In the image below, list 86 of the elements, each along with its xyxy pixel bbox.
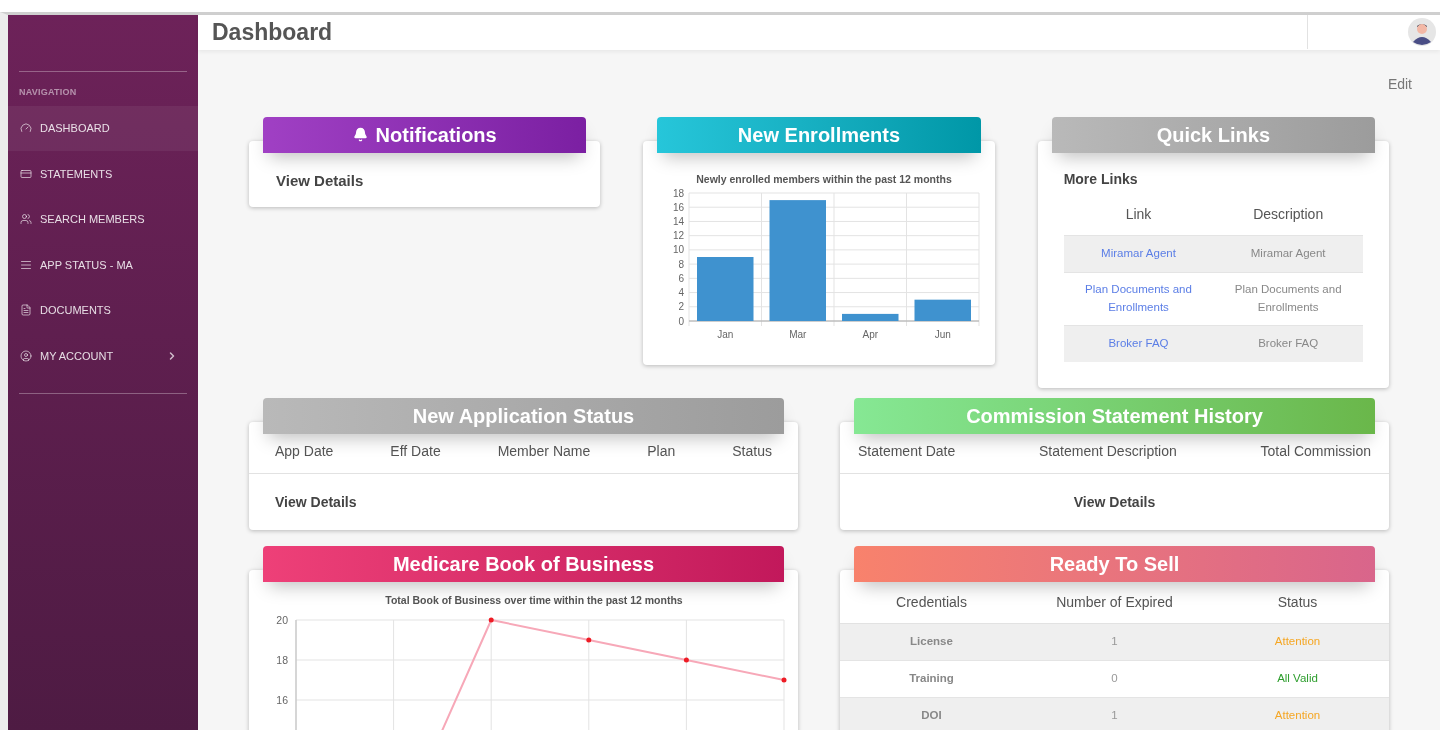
nav-label: APP STATUS - MA [40, 257, 134, 273]
page-title: Dashboard [212, 18, 334, 47]
card-title: Commission Statement History [966, 403, 1263, 429]
bar [842, 313, 899, 321]
column-header: Member Name [497, 441, 591, 461]
card-title: New Application Status [412, 403, 635, 429]
avatar-icon[interactable] [1408, 18, 1436, 47]
column-header: Credentials [895, 592, 968, 612]
table-cell-text: 1 [1110, 633, 1119, 649]
column-header: App Date [275, 441, 334, 461]
data-point [488, 617, 494, 622]
column-header: Status [732, 441, 772, 461]
axis-tick-label: 12 [672, 229, 684, 241]
axis-tick-label: 8 [678, 258, 684, 270]
section-heading: More Links [1063, 169, 1139, 189]
document-icon [20, 304, 32, 317]
column-header: Number of Expired [1055, 592, 1174, 612]
card-title: Medicare Book of Business [392, 551, 655, 577]
axis-tick-label: 20 [275, 613, 288, 625]
nav-label: STATEMENTS [40, 166, 114, 182]
axis-tick-label: 16 [672, 201, 684, 213]
table-link[interactable]: Plan Documents and Enrollments [1063, 281, 1214, 316]
nav-item[interactable]: DASHBOARD [8, 105, 198, 151]
edit-link[interactable]: Edit [1387, 73, 1412, 95]
gauge-icon [20, 122, 32, 135]
column-header: Total Commission [1260, 441, 1371, 461]
bell-icon [352, 127, 368, 142]
nav-item[interactable]: STATEMENTS [8, 151, 198, 197]
axis-tick-label: Jun [934, 328, 951, 340]
column-header: Statement Description [1039, 441, 1177, 461]
column-header: Link [1124, 204, 1153, 224]
column-header: Plan [647, 441, 676, 461]
column-header: Eff Date [390, 441, 441, 461]
data-point [683, 657, 689, 662]
status-text: Attention [1273, 707, 1322, 723]
people-icon [20, 213, 32, 226]
axis-tick-label: 14 [672, 215, 684, 227]
chart-title: Newly enrolled members within the past 12 months [696, 172, 952, 185]
table-cell-text: DOI [920, 707, 943, 723]
table-cell-text: Broker FAQ [1257, 335, 1320, 351]
nav-label: DOCUMENTS [40, 303, 112, 318]
axis-tick-label: 18 [672, 187, 684, 198]
bar [914, 299, 971, 321]
axis-tick-label: Mar [789, 328, 807, 340]
data-point [781, 677, 786, 682]
nav-section-label: NAVIGATION [19, 86, 78, 99]
nav-item[interactable]: APP STATUS - MA [8, 242, 198, 288]
axis-tick-label: 2 [678, 300, 684, 312]
user-circle-icon [20, 349, 32, 362]
axis-tick-label: 16 [275, 693, 288, 705]
chart-title: Total Book of Business over time within the past 12 months [384, 593, 683, 606]
table-cell-text: Miramar Agent [1249, 245, 1327, 261]
card-title: Ready To Sell [1049, 551, 1180, 577]
column-header: Statement Date [858, 441, 956, 461]
table-cell-text: Plan Documents and Enrollments [1233, 282, 1343, 315]
table-cell-text: 0 [1110, 670, 1119, 686]
card-title: New Enrollments [737, 122, 901, 148]
status-text: Attention [1273, 633, 1322, 649]
nav-label: MY ACCOUNT [40, 348, 115, 364]
bar [697, 256, 754, 321]
nav-label: SEARCH MEMBERS [40, 212, 146, 227]
card-title: Quick Links [1156, 122, 1270, 148]
axis-tick-label: 10 [672, 243, 684, 255]
axis-tick-label: Jan [717, 328, 734, 340]
view-details-link[interactable]: View Details [1073, 493, 1156, 510]
table-cell-text: Training [908, 670, 955, 686]
nav-item[interactable]: MY ACCOUNT [8, 333, 198, 379]
card-icon [20, 167, 32, 180]
status-text: All Valid [1276, 670, 1319, 686]
nav-item[interactable]: DOCUMENTS [8, 287, 198, 333]
card-title: Notifications [375, 122, 497, 148]
nav-item[interactable]: SEARCH MEMBERS [8, 196, 198, 242]
axis-tick-label: 18 [275, 653, 288, 665]
column-header: Status [1276, 592, 1319, 612]
table-cell-text: 1 [1110, 707, 1119, 723]
axis-tick-label: Apr [862, 328, 878, 340]
table-cell-text: License [909, 633, 954, 649]
axis-tick-label: 0 [678, 315, 684, 326]
view-details-link[interactable]: View Details [276, 171, 364, 189]
column-header: Description [1252, 204, 1325, 224]
nav-label: DASHBOARD [40, 121, 111, 136]
view-details-link[interactable]: View Details [275, 493, 357, 510]
lines-icon [20, 258, 32, 271]
data-point [585, 637, 591, 642]
axis-tick-label: 4 [678, 286, 684, 298]
axis-tick-label: 6 [678, 272, 684, 284]
